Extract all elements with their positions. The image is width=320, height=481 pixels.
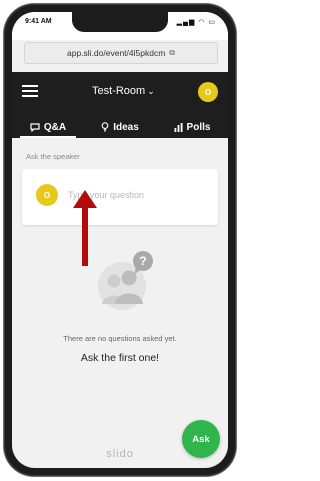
status-icons: ▂▄▆ ◠ ▭	[176, 19, 216, 26]
tab-ideas[interactable]: Ideas	[84, 116, 156, 138]
status-bar: 9:41 AM ▂▄▆ ◠ ▭	[12, 12, 228, 40]
tab-bar: Q&A Ideas Polls	[12, 116, 228, 138]
tab-qa[interactable]: Q&A	[12, 116, 84, 138]
svg-text:?: ?	[139, 254, 146, 268]
tab-qa-label: Q&A	[43, 121, 67, 133]
bar-chart-icon	[174, 122, 183, 132]
section-label: Ask the speaker	[26, 152, 80, 161]
phone-notch	[72, 12, 168, 32]
hamburger-icon[interactable]	[22, 85, 38, 99]
lightbulb-icon	[101, 122, 109, 132]
ask-button[interactable]: Ask	[182, 420, 220, 458]
phone-screen: 9:41 AM ▂▄▆ ◠ ▭ app.sli.do/event/4l5pkdc…	[12, 12, 228, 468]
question-card[interactable]: O	[22, 169, 218, 225]
tab-ideas-label: Ideas	[113, 121, 139, 133]
card-avatar: O	[36, 184, 58, 206]
phone-frame: 9:41 AM ▂▄▆ ◠ ▭ app.sli.do/event/4l5pkdc…	[4, 4, 236, 476]
chevron-down-icon: ⌄	[147, 85, 155, 96]
room-name: Test-Room	[92, 85, 146, 97]
speech-bubble-icon	[30, 122, 40, 132]
app-header: Test-Room ⌄ O	[12, 72, 228, 116]
tab-polls[interactable]: Polls	[156, 116, 228, 138]
status-time: 9:41 AM	[25, 18, 52, 25]
copy-icon[interactable]: ⧉	[169, 48, 175, 58]
tab-polls-label: Polls	[186, 121, 211, 133]
user-avatar[interactable]: O	[198, 82, 218, 102]
url-text: app.sli.do/event/4l5pkdcm	[67, 48, 166, 58]
empty-state-illustration: ?	[98, 251, 153, 310]
empty-state-message: There are no questions asked yet.	[63, 334, 177, 343]
room-selector[interactable]: Test-Room ⌄	[92, 85, 155, 97]
empty-state-cta: Ask the first one!	[80, 352, 160, 364]
address-bar[interactable]: app.sli.do/event/4l5pkdcm ⧉	[24, 42, 218, 64]
